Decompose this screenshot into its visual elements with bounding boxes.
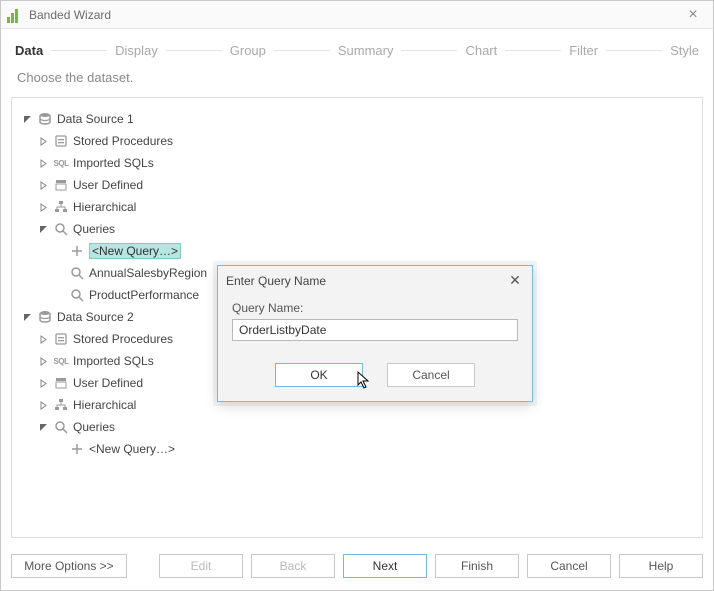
query-name-label: Query Name: bbox=[232, 301, 518, 315]
tree-label: Data Source 2 bbox=[57, 310, 134, 324]
step-separator bbox=[401, 50, 457, 51]
app-icon bbox=[7, 7, 23, 23]
window-close-button[interactable]: × bbox=[679, 6, 707, 24]
user-defined-icon bbox=[53, 177, 69, 193]
tree-label: Stored Procedures bbox=[73, 332, 173, 346]
database-icon bbox=[37, 111, 53, 127]
database-icon bbox=[37, 309, 53, 325]
dialog-titlebar: Enter Query Name ✕ bbox=[218, 266, 532, 295]
tree-label: User Defined bbox=[73, 178, 143, 192]
user-defined-icon bbox=[53, 375, 69, 391]
stored-proc-icon bbox=[53, 133, 69, 149]
sql-icon: SQL bbox=[53, 353, 69, 369]
tree-label: User Defined bbox=[73, 376, 143, 390]
step-data[interactable]: Data bbox=[15, 43, 43, 58]
tree-node-hierarchical[interactable]: Hierarchical bbox=[18, 196, 696, 218]
back-button[interactable]: Back bbox=[251, 554, 335, 578]
collapse-icon[interactable] bbox=[38, 136, 49, 147]
add-icon bbox=[69, 441, 85, 457]
tree-label: ProductPerformance bbox=[89, 288, 199, 302]
tree-node-imported-sqls[interactable]: SQL Imported SQLs bbox=[18, 152, 696, 174]
query-icon bbox=[53, 419, 69, 435]
tree-label: Imported SQLs bbox=[73, 354, 154, 368]
dialog-buttons: OK Cancel bbox=[218, 353, 532, 401]
more-options-button[interactable]: More Options >> bbox=[11, 554, 127, 578]
tree-label: Hierarchical bbox=[73, 200, 136, 214]
query-icon bbox=[69, 287, 85, 303]
step-separator bbox=[166, 50, 222, 51]
help-button[interactable]: Help bbox=[619, 554, 703, 578]
step-summary[interactable]: Summary bbox=[338, 43, 394, 58]
collapse-icon[interactable] bbox=[38, 378, 49, 389]
step-separator bbox=[505, 50, 561, 51]
step-style[interactable]: Style bbox=[670, 43, 699, 58]
step-subtitle: Choose the dataset. bbox=[1, 66, 713, 97]
query-name-input[interactable] bbox=[232, 319, 518, 341]
next-button[interactable]: Next bbox=[343, 554, 427, 578]
collapse-icon[interactable] bbox=[38, 158, 49, 169]
step-filter[interactable]: Filter bbox=[569, 43, 598, 58]
dialog-body: Query Name: bbox=[218, 295, 532, 353]
cancel-button[interactable]: Cancel bbox=[527, 554, 611, 578]
collapse-icon[interactable] bbox=[38, 356, 49, 367]
tree-node-queries[interactable]: Queries bbox=[18, 416, 696, 438]
step-display[interactable]: Display bbox=[115, 43, 158, 58]
expand-icon[interactable] bbox=[22, 312, 33, 323]
add-icon bbox=[69, 243, 85, 259]
query-name-dialog: Enter Query Name ✕ Query Name: OK Cancel bbox=[217, 265, 533, 402]
step-group[interactable]: Group bbox=[230, 43, 266, 58]
dialog-cancel-button[interactable]: Cancel bbox=[387, 363, 475, 387]
dialog-title: Enter Query Name bbox=[226, 274, 506, 288]
tree-label: Stored Procedures bbox=[73, 134, 173, 148]
finish-button[interactable]: Finish bbox=[435, 554, 519, 578]
tree-node-new-query[interactable]: · <New Query…> bbox=[18, 240, 696, 262]
tree-label: Queries bbox=[73, 420, 115, 434]
dialog-ok-button[interactable]: OK bbox=[275, 363, 363, 387]
wizard-window: Banded Wizard × Data Display Group Summa… bbox=[0, 0, 714, 591]
tree-node-user-defined[interactable]: User Defined bbox=[18, 174, 696, 196]
tree-node-queries[interactable]: Queries bbox=[18, 218, 696, 240]
wizard-steps: Data Display Group Summary Chart Filter … bbox=[1, 29, 713, 66]
stored-proc-icon bbox=[53, 331, 69, 347]
tree-node-datasource[interactable]: Data Source 1 bbox=[18, 108, 696, 130]
sql-icon: SQL bbox=[53, 155, 69, 171]
query-icon bbox=[53, 221, 69, 237]
wizard-footer: More Options >> Edit Back Next Finish Ca… bbox=[1, 546, 713, 590]
query-icon bbox=[69, 265, 85, 281]
dialog-close-button[interactable]: ✕ bbox=[506, 272, 524, 289]
tree-label: Hierarchical bbox=[73, 398, 136, 412]
titlebar: Banded Wizard × bbox=[1, 1, 713, 29]
tree-label: Queries bbox=[73, 222, 115, 236]
tree-label: Data Source 1 bbox=[57, 112, 134, 126]
tree-label: AnnualSalesbyRegion bbox=[89, 266, 207, 280]
expand-icon[interactable] bbox=[22, 114, 33, 125]
collapse-icon[interactable] bbox=[38, 180, 49, 191]
hierarchy-icon bbox=[53, 199, 69, 215]
expand-icon[interactable] bbox=[38, 422, 49, 433]
tree-node-stored-procedures[interactable]: Stored Procedures bbox=[18, 130, 696, 152]
tree-label: Imported SQLs bbox=[73, 156, 154, 170]
tree-label: <New Query…> bbox=[89, 442, 175, 456]
step-separator bbox=[274, 50, 330, 51]
hierarchy-icon bbox=[53, 397, 69, 413]
tree-label: <New Query…> bbox=[89, 243, 181, 259]
expand-icon[interactable] bbox=[38, 224, 49, 235]
collapse-icon[interactable] bbox=[38, 202, 49, 213]
window-title: Banded Wizard bbox=[29, 8, 679, 22]
collapse-icon[interactable] bbox=[38, 400, 49, 411]
edit-button[interactable]: Edit bbox=[159, 554, 243, 578]
tree-node-new-query[interactable]: · <New Query…> bbox=[18, 438, 696, 460]
collapse-icon[interactable] bbox=[38, 334, 49, 345]
step-chart[interactable]: Chart bbox=[465, 43, 497, 58]
step-separator bbox=[606, 50, 662, 51]
step-separator bbox=[51, 50, 107, 51]
